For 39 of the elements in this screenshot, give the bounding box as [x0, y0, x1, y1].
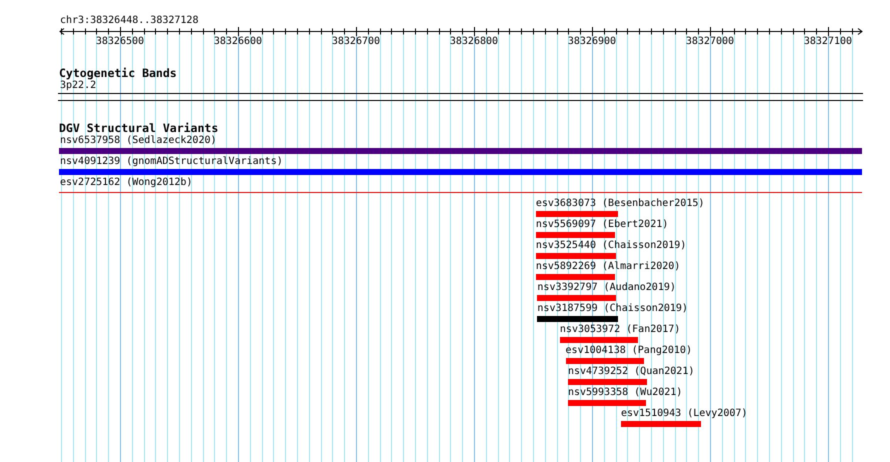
variant-bar[interactable] [620, 421, 702, 427]
variant-label[interactable]: nsv3187599 (Chaisson2019) [537, 303, 688, 315]
variant-bar[interactable] [560, 337, 638, 343]
variant-label[interactable]: esv3683073 (Besenbacher2015) [536, 198, 704, 210]
variant-bar[interactable] [536, 232, 616, 238]
variant-bar[interactable] [537, 295, 616, 301]
variant-bar[interactable] [536, 253, 616, 259]
band-label: 3p22.2 [60, 80, 96, 92]
variant-bar[interactable] [536, 274, 616, 280]
tick-label: 38326600 [214, 36, 262, 47]
track-title: DGV Structural Variants [59, 122, 218, 135]
variant-label[interactable]: nsv6537958 (Sedlazeck2020) [60, 135, 217, 147]
variant-bar[interactable] [58, 169, 862, 175]
track-title: Cytogenetic Bands [59, 67, 177, 80]
tick-label: 38326800 [450, 36, 498, 47]
location-label: chr3:38326448..38327128 [60, 15, 198, 27]
variant-label[interactable]: nsv5892269 (Almarri2020) [536, 261, 680, 273]
variant-bar[interactable] [568, 400, 646, 406]
variant-label[interactable]: nsv4739252 (Quan2021) [568, 366, 694, 378]
tick-label: 38327100 [804, 36, 852, 47]
variant-bar[interactable] [537, 316, 618, 322]
tick-label: 38326900 [568, 36, 616, 47]
variant-bar[interactable] [58, 148, 862, 154]
variant-label[interactable]: esv1004138 (Pang2010) [566, 345, 692, 357]
tick-label: 38326700 [332, 36, 380, 47]
variant-label[interactable]: nsv3392797 (Audano2019) [537, 282, 676, 294]
variant-label[interactable]: nsv4091239 (gnomADStructuralVariants) [60, 156, 283, 168]
variant-bar[interactable] [566, 358, 644, 364]
tick-label: 38326500 [96, 36, 144, 47]
variant-label[interactable]: esv1510943 (Levy2007) [620, 408, 748, 420]
variant-bar[interactable] [568, 379, 647, 385]
variant-label[interactable]: nsv5569097 (Ebert2021) [536, 219, 668, 231]
variant-label[interactable]: nsv3053972 (Fan2017) [560, 324, 680, 336]
variant-label[interactable]: esv2725162 (Wong2012b) [60, 177, 192, 189]
variant-line[interactable] [58, 192, 862, 193]
variant-label[interactable]: nsv5993358 (Wu2021) [568, 387, 682, 399]
variant-bar[interactable] [536, 211, 618, 217]
variant-label[interactable]: nsv3525440 (Chaisson2019) [536, 240, 686, 252]
tick-label: 38327000 [686, 36, 734, 47]
